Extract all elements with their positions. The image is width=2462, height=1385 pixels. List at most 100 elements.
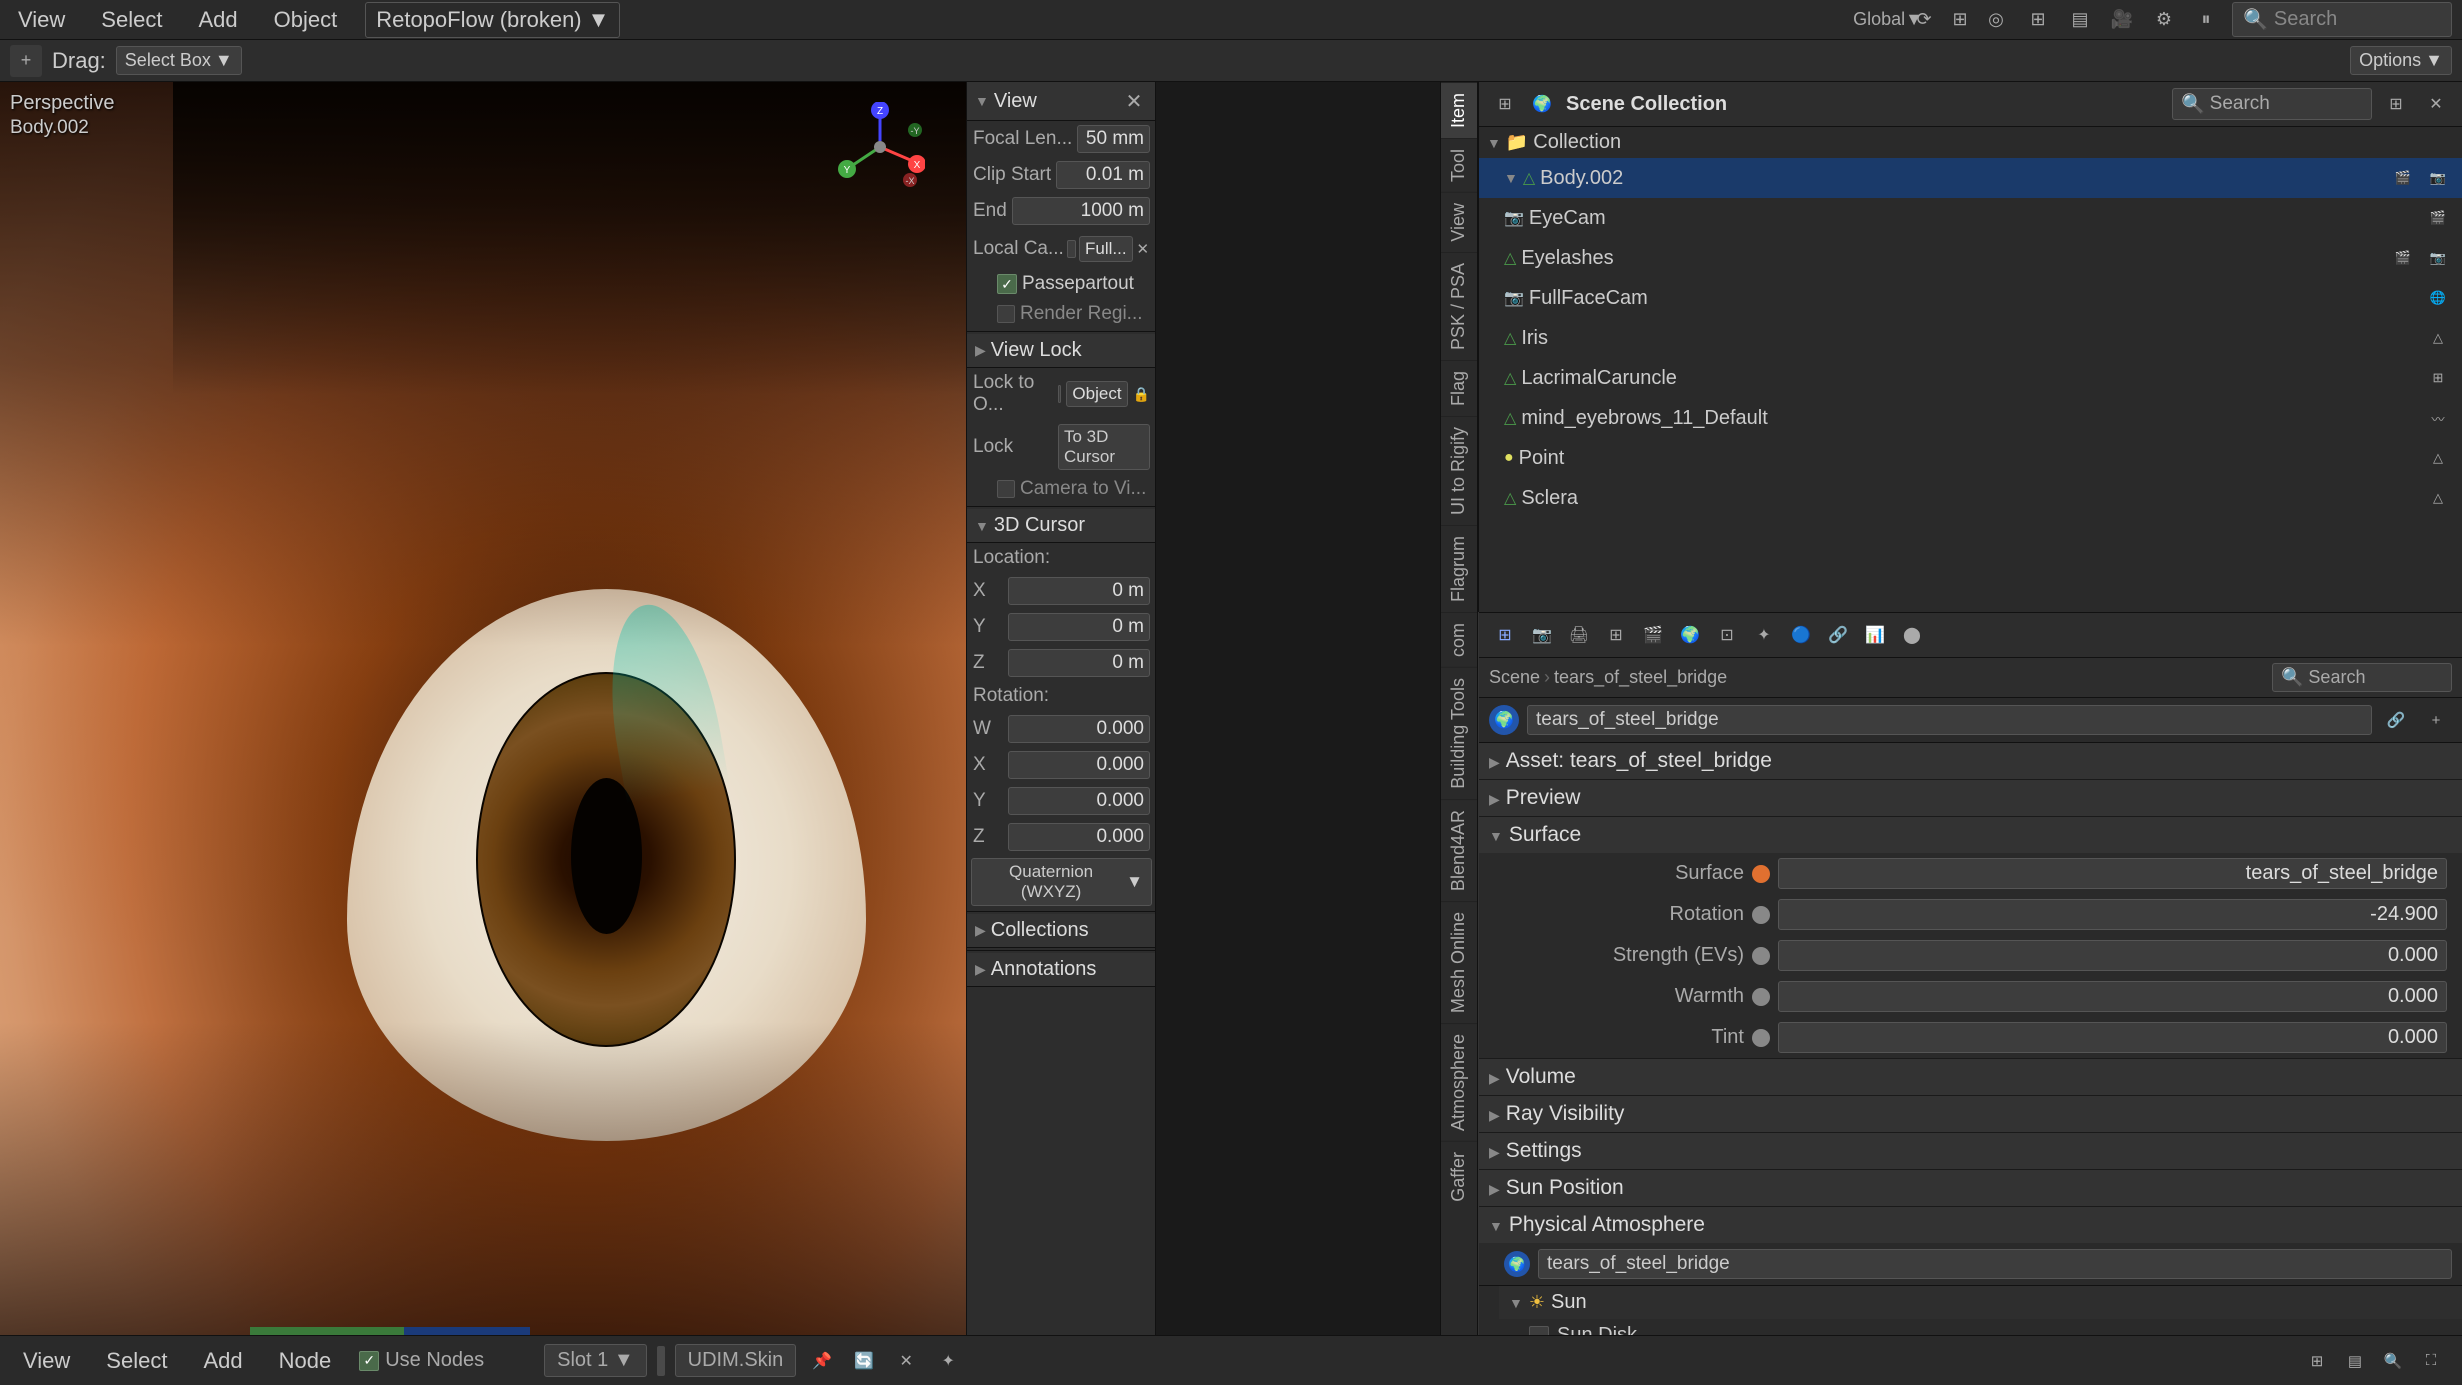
tree-item-sclera[interactable]: △ Sclera △	[1479, 478, 2462, 518]
body-render-icon[interactable]: 📷	[2422, 162, 2454, 194]
settings-header[interactable]: Settings	[1479, 1133, 2462, 1169]
bottom-view[interactable]: View	[15, 1344, 78, 1378]
bottom-add[interactable]: Add	[195, 1344, 250, 1378]
strength-prop-value[interactable]: 0.000	[1778, 940, 2447, 971]
world-icon-render[interactable]: 📷	[1526, 619, 1558, 651]
select-box-button[interactable]: Select Box ▼	[116, 46, 242, 75]
ray-visibility-header[interactable]: Ray Visibility	[1479, 1096, 2462, 1132]
sclera-vis[interactable]: △	[2422, 482, 2454, 514]
view-section-header[interactable]: View ✕	[967, 82, 1156, 121]
settings-icon[interactable]: ⚙	[2148, 4, 2180, 36]
pause-icon[interactable]: ⏸	[2190, 4, 2222, 36]
screen-icon[interactable]: ⊞	[2022, 4, 2054, 36]
eyebrows-vis[interactable]: 〰	[2422, 402, 2454, 434]
world-icon-data[interactable]: 📊	[1859, 619, 1891, 651]
camera-to-vi-checkbox[interactable]	[997, 480, 1015, 498]
render-icon[interactable]: 🎥	[2106, 4, 2138, 36]
volume-header[interactable]: Volume	[1479, 1059, 2462, 1095]
full-btn[interactable]: Full...	[1079, 236, 1133, 262]
warmth-prop-value[interactable]: 0.000	[1778, 981, 2447, 1012]
zoom-icon[interactable]: 🔍	[2377, 1345, 2409, 1377]
iris-vis[interactable]: △	[2422, 322, 2454, 354]
uv-mode-icon[interactable]	[657, 1346, 665, 1376]
local-ca-checkbox[interactable]	[1067, 240, 1076, 258]
tab-building-tools[interactable]: Building Tools	[1440, 667, 1477, 799]
cursor-z-value[interactable]: 0 m	[1008, 649, 1150, 677]
grid-view-icon[interactable]: ⊞	[2301, 1345, 2333, 1377]
stitch-icon[interactable]: ✦	[932, 1345, 964, 1377]
tab-mesh-online[interactable]: Mesh Online	[1440, 901, 1477, 1023]
menu-select[interactable]: Select	[93, 3, 170, 37]
tree-item-eyelashes[interactable]: △ Eyelashes 🎬 📷	[1479, 238, 2462, 278]
bottom-node[interactable]: Node	[271, 1344, 340, 1378]
world-icon-scene[interactable]: 🎬	[1637, 619, 1669, 651]
world-icon-properties[interactable]: ⊞	[1489, 619, 1521, 651]
tree-item-iris[interactable]: △ Iris △	[1479, 318, 2462, 358]
workspace-tab[interactable]: +	[10, 45, 42, 77]
world-search[interactable]: 🔍 Search	[2272, 663, 2452, 692]
collections-header[interactable]: Collections	[967, 914, 1156, 948]
tab-com[interactable]: com	[1440, 612, 1477, 667]
tab-view[interactable]: View	[1440, 192, 1477, 252]
world-link-icon[interactable]: 🔗	[2380, 704, 2412, 736]
top-search-box[interactable]: 🔍 Search	[2232, 2, 2452, 37]
world-icon-output[interactable]: 🖨	[1563, 619, 1595, 651]
bottom-select[interactable]: Select	[98, 1344, 175, 1378]
snap-icon[interactable]: ⊞	[1944, 4, 1976, 36]
view-lock-header[interactable]: View Lock	[967, 334, 1156, 368]
object-btn[interactable]: Object	[1066, 381, 1127, 407]
cursor-y-value[interactable]: 0 m	[1008, 613, 1150, 641]
render-regi-checkbox[interactable]	[997, 305, 1015, 323]
tab-ui-to-rigify[interactable]: UI to Rigify	[1440, 416, 1477, 525]
tab-item[interactable]: Item	[1440, 82, 1477, 138]
asset-section-header[interactable]: Asset: tears_of_steel_bridge	[1479, 743, 2462, 779]
tab-psk-psa[interactable]: PSK / PSA	[1440, 252, 1477, 360]
passepartout-checkbox[interactable]: ✓	[997, 274, 1017, 294]
local-ca-close[interactable]: ✕	[1136, 233, 1150, 265]
clip-end-value[interactable]: 1000 m	[1012, 197, 1150, 225]
lock-to-checkbox[interactable]	[1058, 385, 1061, 403]
eyelashes-render[interactable]: 📷	[2422, 242, 2454, 274]
world-name-btn[interactable]: tears_of_steel_bridge	[1527, 705, 2372, 735]
erase-icon[interactable]: ✕	[890, 1345, 922, 1377]
use-nodes-chk[interactable]: ✓	[359, 1351, 379, 1371]
global-dropdown[interactable]: Global ▼	[1872, 4, 1904, 36]
fullscreen-icon[interactable]: ⛶	[2415, 1345, 2447, 1377]
world-icon-particles[interactable]: ✦	[1748, 619, 1780, 651]
scene-search-box[interactable]: 🔍 Search	[2172, 88, 2372, 120]
annotations-header[interactable]: Annotations	[967, 953, 1156, 987]
tab-flagrum[interactable]: Flagrum	[1440, 525, 1477, 612]
world-new-icon[interactable]: +	[2420, 704, 2452, 736]
tree-item-eyecam[interactable]: 📷 EyeCam 🎬	[1479, 198, 2462, 238]
surface-prop-value[interactable]: tears_of_steel_bridge	[1778, 858, 2447, 889]
tab-atmosphere[interactable]: Atmosphere	[1440, 1023, 1477, 1141]
world-icon-constraints[interactable]: 🔗	[1822, 619, 1854, 651]
physical-atmosphere-header[interactable]: Physical Atmosphere	[1479, 1207, 2462, 1243]
surface-section-header[interactable]: Surface	[1479, 817, 2462, 853]
sun-position-header[interactable]: Sun Position	[1479, 1170, 2462, 1206]
world-icon-world[interactable]: 🌍	[1674, 619, 1706, 651]
to-3d-cursor-btn[interactable]: To 3D Cursor	[1058, 424, 1150, 470]
menu-retopoflow[interactable]: RetopoFlow (broken) ▼	[365, 2, 620, 38]
nav-gizmo[interactable]: Z X Y -X -Y	[835, 102, 925, 192]
focal-length-value[interactable]: 50 mm	[1077, 125, 1150, 153]
world-icon-view[interactable]: ⊞	[1600, 619, 1632, 651]
scene-icon-2[interactable]: 🌍	[1526, 88, 1558, 120]
tab-blend4ar[interactable]: Blend4AR	[1440, 799, 1477, 901]
rotation-prop-value[interactable]: -24.900	[1778, 899, 2447, 930]
tree-item-body[interactable]: △ Body.002 🎬 📷	[1479, 158, 2462, 198]
eyelashes-vis[interactable]: 🎬	[2387, 242, 2419, 274]
fullfacecam-vis[interactable]: 🌐	[2422, 282, 2454, 314]
sync-icon[interactable]: 🔄	[848, 1345, 880, 1377]
tab-tool[interactable]: Tool	[1440, 138, 1477, 192]
scene-icon-1[interactable]: ⊞	[1489, 88, 1521, 120]
menu-add[interactable]: Add	[190, 3, 245, 37]
world-icon-material[interactable]: ⬤	[1896, 619, 1928, 651]
quaternion-dropdown[interactable]: Quaternion (WXYZ) ▼	[971, 858, 1152, 906]
menu-object[interactable]: Object	[266, 3, 346, 37]
options-button[interactable]: Options ▼	[2350, 46, 2452, 75]
world-icon-object[interactable]: ⊡	[1711, 619, 1743, 651]
cursor-rx-value[interactable]: 0.000	[1008, 751, 1150, 779]
point-vis[interactable]: △	[2422, 442, 2454, 474]
cursor-3d-header[interactable]: 3D Cursor	[967, 509, 1156, 543]
